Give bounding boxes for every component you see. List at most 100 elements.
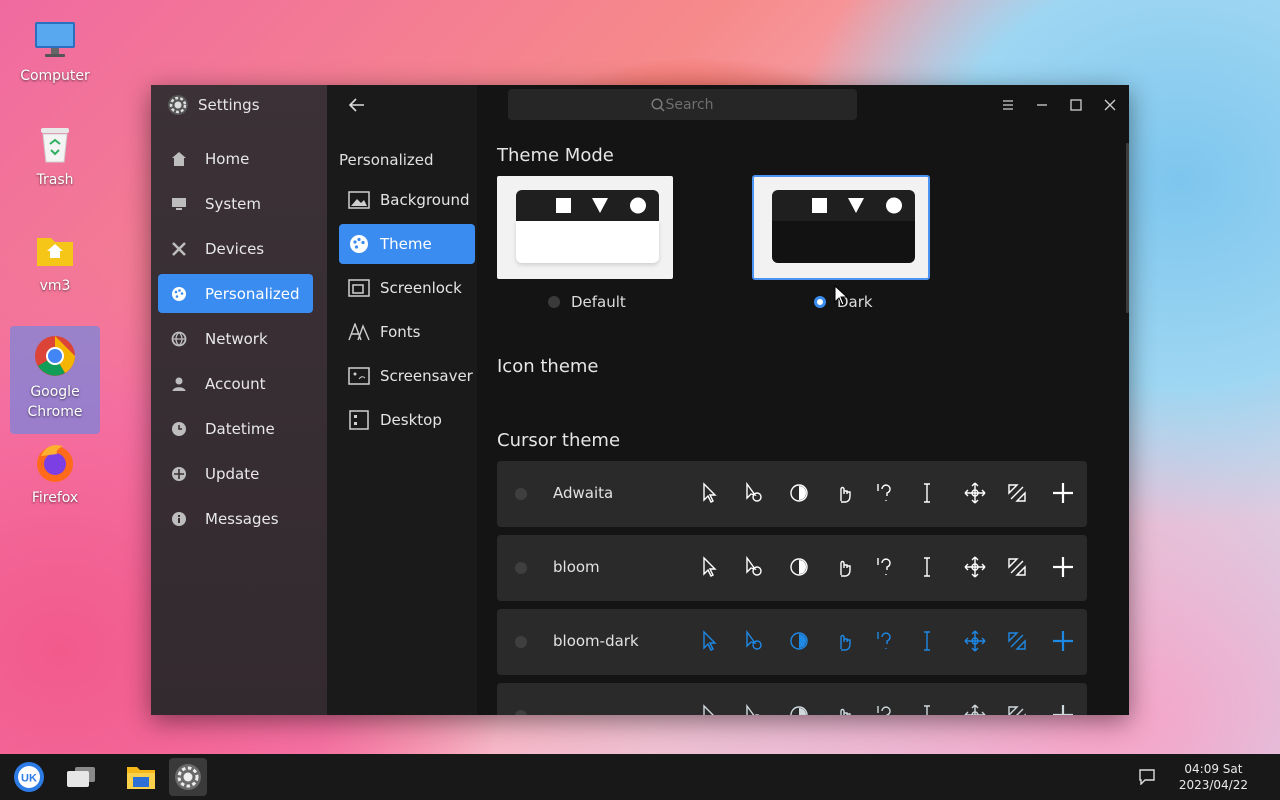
theme-preview-titlebar [516,190,659,221]
desktop-icon-label: Computer [20,68,90,84]
desktop-icon-vm3[interactable]: vm3 [10,228,100,300]
maximize-icon [1070,99,1082,111]
sidebar-item-messages[interactable]: Messages [158,499,313,538]
file-manager-button[interactable] [122,758,160,796]
subnav-item-fonts[interactable]: Fonts [339,312,475,352]
notification-button[interactable] [1138,769,1156,786]
desktop-icon-google-chrome[interactable]: Google Chrome [10,326,100,434]
sidebar-item-personalized[interactable]: Personalized [158,274,313,313]
crosshair-cursor-icon [1051,555,1075,579]
chrome-icon [33,334,77,378]
subnav-item-desktop[interactable]: Desktop [339,400,475,440]
settings-taskbar-button[interactable] [169,758,207,796]
menu-button[interactable] [997,94,1019,116]
sidebar-item-datetime[interactable]: Datetime [158,409,313,448]
subnav-item-background[interactable]: Background [339,180,475,220]
taskbar-clock[interactable]: 04:09 Sat 2023/04/22 [1179,761,1248,793]
sidebar-item-label: Personalized [205,284,300,303]
radio-default[interactable] [548,296,560,308]
sidebar-item-label: Devices [205,239,265,258]
svg-text:UK: UK [21,773,37,785]
busy-arrow-cursor-icon [742,703,766,715]
sidebar: Settings Home System Devices Personalize… [151,85,327,715]
settings-gear-icon [167,94,189,116]
search-icon [651,97,665,112]
screenlock-icon [348,278,370,298]
cursor-theme-radio[interactable] [515,710,527,715]
theme-preview-body-dark [772,221,915,263]
clock-date: 2023/04/22 [1178,778,1248,792]
sidebar-item-devices[interactable]: Devices [158,229,313,268]
app-title-text: Settings [198,96,260,114]
desktop-grid-icon [348,410,370,430]
theme-mode-title: Theme Mode [497,145,614,166]
back-button[interactable] [347,95,369,117]
resize-cursor-icon [1005,703,1029,715]
move-cursor-icon [963,703,987,715]
subnav-item-label: Screenlock [380,279,462,297]
sidebar-item-network[interactable]: Network [158,319,313,358]
wait-cursor-icon [787,629,811,653]
desktop-icon-label: Firefox [31,490,79,506]
radio-dark[interactable] [814,296,826,308]
subnav-item-theme[interactable]: Theme [339,224,475,264]
arrow-cursor-icon [697,555,721,579]
cursor-theme-row-bloom[interactable]: bloom [497,535,1087,601]
sidebar-item-update[interactable]: Update [158,454,313,493]
resize-cursor-icon [1005,555,1029,579]
maximize-button[interactable] [1065,94,1087,116]
minimize-button[interactable] [1031,94,1053,116]
busy-arrow-cursor-icon [742,629,766,653]
help-cursor-icon [874,555,898,579]
help-cursor-icon [874,629,898,653]
crosshair-cursor-icon [1051,481,1075,505]
hand-cursor-icon [832,481,856,505]
desktop-icon-label: Google Chrome [27,384,83,420]
cursor-theme-name: Adwaita [553,484,614,502]
subnav-item-screensaver[interactable]: Screensaver [339,356,475,396]
start-menu-button[interactable]: UK [10,758,48,796]
palette-icon [348,234,370,254]
subnav-item-label: Background [380,191,470,209]
icon-theme-title: Icon theme [497,356,599,377]
close-button[interactable] [1099,94,1121,116]
desktop-icon-computer[interactable]: Computer [10,18,100,90]
theme-radio-default[interactable]: Default [548,293,626,311]
cursor-theme-row-adwaita[interactable]: Adwaita [497,461,1087,527]
image-icon [348,190,370,210]
wait-cursor-icon [787,555,811,579]
desktop-icon-trash[interactable]: Trash [10,122,100,194]
cursor-theme-radio[interactable] [515,562,527,574]
hand-cursor-icon [832,703,856,715]
content-scrollbar[interactable] [1126,143,1129,313]
sidebar-item-system[interactable]: System [158,184,313,223]
taskbar: UK 04:09 Sat 2023/04/22 [0,754,1280,800]
subnav-item-screenlock[interactable]: Screenlock [339,268,475,308]
cursor-theme-row-partial[interactable] [497,683,1087,715]
busy-arrow-cursor-icon [742,481,766,505]
search-placeholder: Search [665,96,714,113]
cursor-theme-row-bloom-dark[interactable]: bloom-dark [497,609,1087,675]
screensaver-icon [348,366,370,386]
trash-icon [33,122,77,166]
monitor-icon [171,196,187,212]
wait-cursor-icon [787,481,811,505]
text-cursor-icon [915,555,939,579]
desktop-icon-firefox[interactable]: Firefox [10,440,100,512]
sidebar-item-account[interactable]: Account [158,364,313,403]
settings-gear-icon [175,764,201,790]
busy-arrow-cursor-icon [742,555,766,579]
sidebar-item-label: Network [205,329,268,348]
theme-card-dark[interactable] [752,175,930,280]
search-input[interactable]: Search [508,89,857,120]
cursor-theme-radio[interactable] [515,636,527,648]
sidebar-item-label: Datetime [205,419,275,438]
cursor-theme-radio[interactable] [515,488,527,500]
theme-card-default[interactable] [497,176,673,279]
crosshair-cursor-icon [1051,703,1075,715]
multitask-view-button[interactable] [62,758,100,796]
subnav-item-label: Screensaver [380,367,473,385]
sidebar-item-home[interactable]: Home [158,139,313,178]
subnav-item-label: Theme [380,235,432,253]
update-icon [171,466,187,482]
